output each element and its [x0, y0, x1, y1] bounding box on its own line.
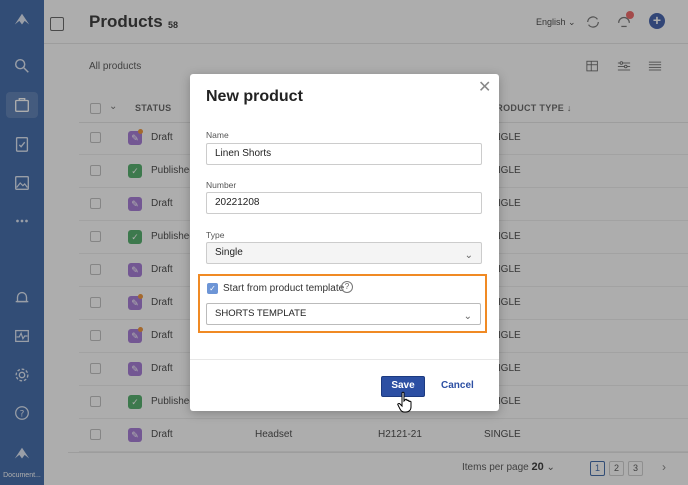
template-select-value: SHORTS TEMPLATE — [215, 308, 307, 319]
new-product-dialog: New product ✕ Name Linen Shorts Number 2… — [190, 74, 499, 411]
type-label: Type — [206, 230, 225, 240]
dialog-footer-divider — [190, 359, 499, 360]
template-checkbox[interactable]: ✓ — [207, 283, 218, 294]
template-section-highlight: ✓ Start from product template ? SHORTS T… — [198, 274, 487, 333]
close-icon[interactable]: ✕ — [478, 80, 491, 96]
chevron-down-icon: ⌄ — [464, 250, 473, 261]
cancel-button[interactable]: Cancel — [441, 380, 474, 391]
type-select[interactable]: Single ⌄ — [206, 242, 482, 264]
number-input[interactable]: 20221208 — [206, 192, 482, 214]
dialog-title: New product — [206, 88, 303, 105]
type-select-value: Single — [215, 247, 243, 258]
number-label: Number — [206, 180, 237, 190]
help-icon[interactable]: ? — [341, 281, 353, 293]
name-label: Name — [206, 130, 229, 140]
name-input[interactable]: Linen Shorts — [206, 143, 482, 165]
chevron-down-icon: ⌄ — [463, 311, 472, 322]
template-select[interactable]: SHORTS TEMPLATE ⌄ — [206, 303, 481, 325]
hand-cursor-icon — [396, 391, 416, 413]
template-checkbox-label[interactable]: Start from product template — [223, 283, 344, 294]
